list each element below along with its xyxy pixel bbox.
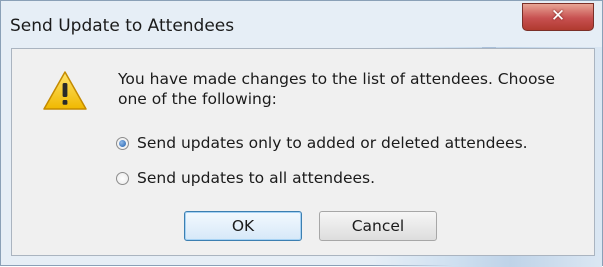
- dialog-content: You have made changes to the list of att…: [11, 48, 595, 256]
- cancel-button[interactable]: Cancel: [319, 211, 437, 241]
- option-label: Send updates to all attendees.: [137, 169, 376, 187]
- radio-send-all[interactable]: [116, 171, 129, 185]
- title-bar[interactable]: Send Update to Attendees ✕: [1, 1, 602, 47]
- ok-button[interactable]: OK: [184, 211, 302, 241]
- close-icon: ✕: [550, 6, 566, 26]
- option-label: Send updates only to added or deleted at…: [137, 134, 528, 152]
- close-button[interactable]: ✕: [522, 3, 594, 31]
- option-send-added-deleted[interactable]: Send updates only to added or deleted at…: [116, 133, 528, 153]
- dialog-message: You have made changes to the list of att…: [118, 70, 556, 108]
- send-update-dialog: Send Update to Attendees ✕ You have made…: [0, 0, 603, 267]
- option-send-all[interactable]: Send updates to all attendees.: [116, 168, 375, 188]
- radio-send-added-deleted[interactable]: [116, 136, 129, 150]
- dialog-title: Send Update to Attendees: [10, 16, 235, 36]
- warning-icon: [43, 71, 87, 110]
